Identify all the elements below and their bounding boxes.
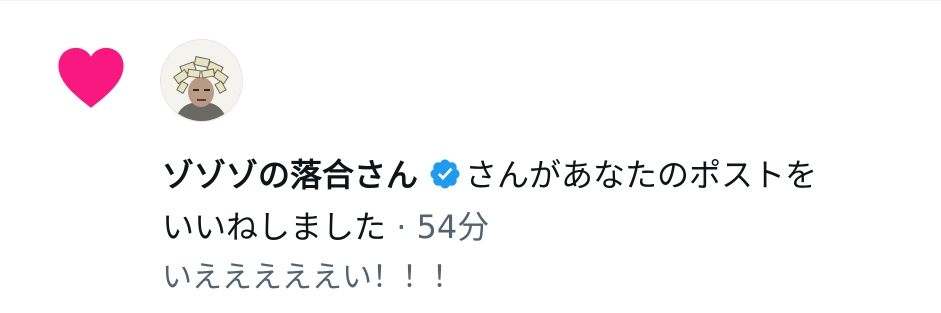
avatar[interactable]: [160, 39, 243, 122]
display-name[interactable]: ゾゾゾの落合さん: [162, 156, 418, 194]
avatar-image: [161, 40, 242, 121]
notification-text-line2: いいねしました · 54分: [162, 203, 489, 251]
timestamp[interactable]: 54分: [417, 208, 490, 246]
verified-badge-icon: [430, 159, 460, 189]
notification-text-line1: ゾゾゾの落合さん さんがあなたのポストを: [162, 151, 817, 199]
post-excerpt[interactable]: いえええええい！！！: [162, 255, 462, 301]
action-text-line1: さんがあなたのポストを: [465, 156, 818, 194]
heart-icon: [58, 47, 124, 108]
action-text-line2: いいねしました: [162, 208, 387, 246]
like-notification[interactable]: ゾゾゾの落合さん さんがあなたのポストを いいねしました · 54分 いええええ…: [0, 1, 941, 313]
separator-dot: ·: [396, 208, 407, 246]
